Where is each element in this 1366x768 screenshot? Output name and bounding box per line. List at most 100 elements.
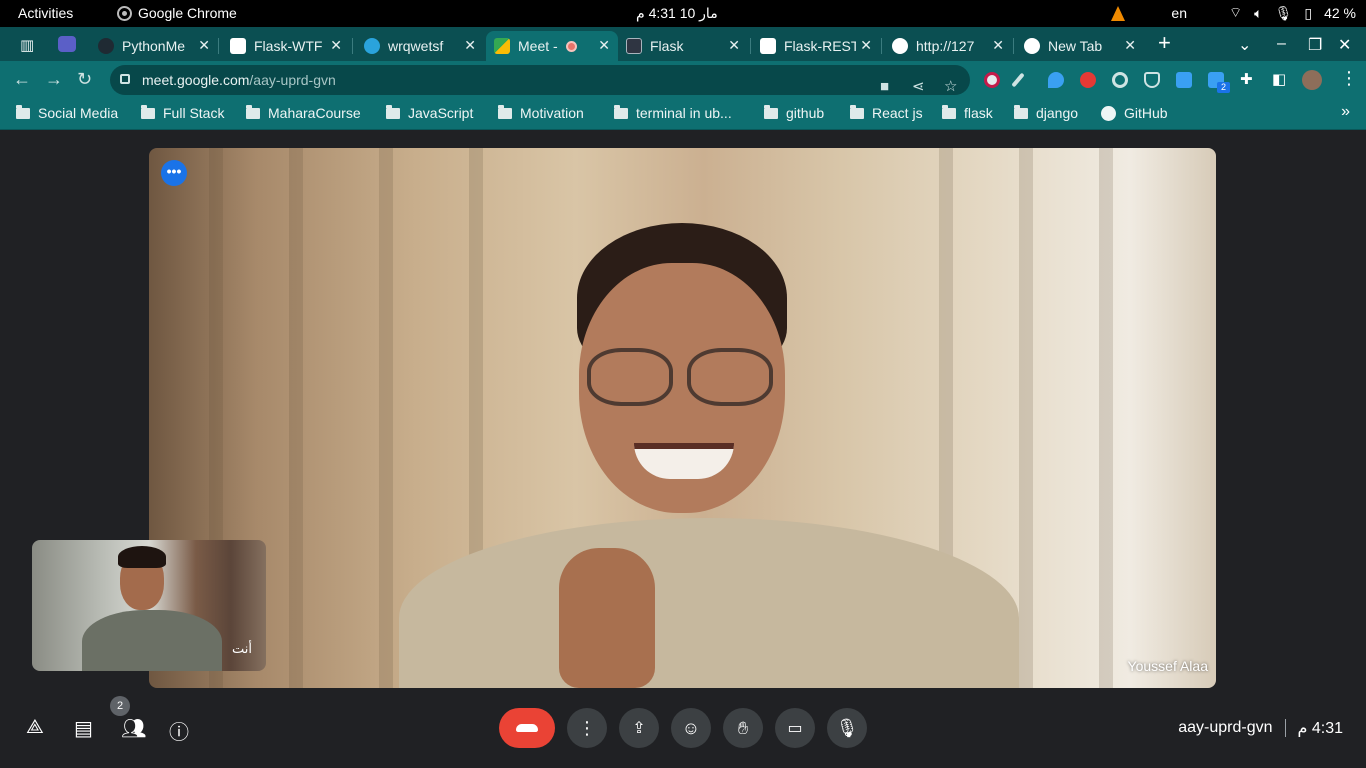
bookmark-folder[interactable]: MaharaCourse bbox=[246, 104, 361, 121]
chat-icon[interactable]: ▤ bbox=[74, 716, 93, 741]
tab-flask-wtf[interactable]: Flask-WTF ✕ bbox=[222, 31, 350, 61]
extensions-puzzle-icon[interactable]: ✚ bbox=[1240, 70, 1253, 88]
address-bar[interactable]: meet.google.com/aay-uprd-gvn ■ ⋖ ☆ bbox=[110, 65, 970, 95]
extension-drop-icon[interactable] bbox=[1048, 72, 1064, 88]
folder-icon bbox=[764, 104, 778, 119]
back-button[interactable]: ← bbox=[13, 69, 31, 90]
reload-button[interactable]: ↻ bbox=[77, 69, 92, 90]
bookmark-folder[interactable]: terminal in ub... bbox=[614, 104, 732, 121]
extension-blocker-icon[interactable] bbox=[984, 72, 1000, 88]
tab-list-chevron-icon[interactable]: ⌄ bbox=[1238, 35, 1251, 55]
browser-toolbar: ← → ↻ meet.google.com/aay-uprd-gvn ■ ⋖ ☆… bbox=[0, 61, 1366, 97]
extension-hand-icon[interactable] bbox=[1080, 72, 1096, 88]
app-name: Google Chrome bbox=[138, 5, 237, 21]
battery-icon[interactable]: ▯ bbox=[1304, 5, 1312, 22]
participant-video-feed bbox=[399, 223, 1019, 688]
tab-telegram[interactable]: wrqwetsf ✕ bbox=[356, 31, 484, 61]
folder-icon bbox=[498, 104, 512, 119]
new-tab-button[interactable]: + bbox=[1158, 32, 1171, 54]
meet-icon bbox=[494, 38, 510, 54]
volume-icon[interactable]: 🔈︎ bbox=[1254, 5, 1262, 22]
lock-icon[interactable] bbox=[120, 74, 130, 84]
close-icon[interactable]: ✕ bbox=[464, 37, 476, 54]
system-clock[interactable]: مار 10 4:31 م bbox=[636, 5, 718, 22]
bookmark-folder[interactable]: Motivation bbox=[498, 104, 584, 121]
tile-more-options-button[interactable]: ••• bbox=[161, 160, 187, 186]
teams-icon[interactable] bbox=[58, 36, 76, 52]
close-icon[interactable]: ✕ bbox=[598, 37, 610, 54]
leave-call-button[interactable] bbox=[499, 708, 555, 748]
extension-shield-icon[interactable] bbox=[1144, 72, 1160, 88]
tab-search-icon[interactable]: ▥ bbox=[20, 36, 34, 54]
hexagon-icon bbox=[760, 38, 776, 54]
bookmark-folder[interactable]: JavaScript bbox=[386, 104, 473, 121]
close-icon[interactable]: ✕ bbox=[860, 37, 872, 54]
raise-hand-button[interactable]: ✋︎ bbox=[723, 708, 763, 748]
hand-icon: ✋︎ bbox=[737, 717, 749, 738]
keyboard-layout[interactable]: en bbox=[1171, 5, 1187, 21]
present-screen-button[interactable]: ⇪ bbox=[619, 708, 659, 748]
side-panel-icon[interactable]: ◧ bbox=[1272, 70, 1286, 88]
hexagon-icon bbox=[230, 38, 246, 54]
folder-icon bbox=[386, 104, 400, 119]
reactions-button[interactable]: ☺ bbox=[671, 708, 711, 748]
bookmark-folder[interactable]: Full Stack bbox=[141, 104, 224, 121]
activities-button[interactable]: Activities bbox=[18, 5, 73, 21]
mic-icon[interactable]: 🎙︎ bbox=[1275, 5, 1293, 22]
folder-icon bbox=[942, 104, 956, 119]
more-options-button[interactable]: ⋮ bbox=[567, 708, 607, 748]
participant-name-label: Youssef Alaa bbox=[1127, 658, 1208, 674]
bookmark-folder[interactable]: Social Media bbox=[16, 104, 118, 121]
self-view-tile[interactable]: أنت bbox=[32, 540, 266, 671]
close-icon[interactable]: ✕ bbox=[1124, 37, 1136, 54]
meeting-info-icon[interactable]: ⓘ bbox=[169, 716, 189, 745]
close-icon[interactable]: ✕ bbox=[330, 37, 342, 54]
vlc-icon[interactable] bbox=[1111, 5, 1126, 21]
folder-icon bbox=[16, 104, 30, 119]
menu-kebab-icon[interactable]: ⋮ bbox=[1340, 68, 1358, 89]
close-icon[interactable]: ✕ bbox=[992, 37, 1004, 54]
hang-up-icon bbox=[516, 724, 538, 732]
extension-pen-icon[interactable] bbox=[1011, 72, 1025, 88]
bookmark-folder[interactable]: flask bbox=[942, 104, 993, 121]
activities-shapes-icon[interactable]: ⟁ bbox=[26, 716, 44, 739]
folder-icon bbox=[850, 104, 864, 119]
bookmarks-bar: Social Media Full Stack MaharaCourse Jav… bbox=[0, 97, 1366, 130]
close-icon[interactable]: ✕ bbox=[198, 37, 210, 54]
tab-localhost[interactable]: http://127 ✕ bbox=[884, 31, 1012, 61]
tab-flask-rest[interactable]: Flask-REST ✕ bbox=[752, 31, 880, 61]
folder-icon bbox=[141, 104, 155, 119]
wifi-icon[interactable]: ⌔ bbox=[1229, 4, 1242, 22]
folder-icon bbox=[614, 104, 628, 119]
tab-pythonme[interactable]: PythonMe ✕ bbox=[90, 31, 218, 61]
tab-new-tab[interactable]: New Tab ✕ bbox=[1016, 31, 1144, 61]
system-tray[interactable]: en ⌔ 🔈︎ 🎙︎ ▯ 42 % bbox=[1111, 4, 1356, 22]
extension-target-icon[interactable] bbox=[1112, 72, 1128, 88]
bookmark-folder[interactable]: React js bbox=[850, 104, 923, 121]
more-bookmarks-chevron-icon[interactable]: » bbox=[1341, 103, 1350, 121]
close-icon[interactable]: ✕ bbox=[728, 37, 740, 54]
close-window-button[interactable]: ✕ bbox=[1338, 35, 1351, 55]
tab-flask[interactable]: Flask ✕ bbox=[618, 31, 748, 61]
minimize-button[interactable]: – bbox=[1277, 35, 1286, 53]
chrome-icon bbox=[117, 5, 132, 21]
tab-meet[interactable]: Meet - ✕ bbox=[486, 31, 618, 61]
meeting-details: aay-uprd-gvn 4:31 م bbox=[1178, 718, 1343, 738]
app-menu[interactable]: Google Chrome bbox=[117, 5, 237, 21]
extension-radio-icon[interactable] bbox=[1176, 72, 1192, 88]
people-icon[interactable]: 👥︎ bbox=[121, 716, 146, 741]
bookmark-link[interactable]: GitHub bbox=[1101, 105, 1168, 121]
microphone-toggle-button[interactable]: 🎙︎ bbox=[827, 708, 867, 748]
restore-button[interactable]: ❐ bbox=[1308, 35, 1322, 55]
extension-badge: 2 bbox=[1217, 82, 1230, 93]
forward-button[interactable]: → bbox=[45, 69, 63, 90]
participant-video-tile[interactable] bbox=[149, 148, 1216, 688]
profile-avatar[interactable] bbox=[1302, 70, 1322, 90]
folder-icon bbox=[246, 104, 260, 119]
emoji-icon: ☺ bbox=[681, 717, 701, 738]
bookmark-folder[interactable]: django bbox=[1014, 104, 1078, 121]
github-icon bbox=[98, 38, 114, 54]
recording-indicator-icon bbox=[566, 40, 577, 52]
bookmark-folder[interactable]: github bbox=[764, 104, 824, 121]
camera-toggle-button[interactable]: ▭ bbox=[775, 708, 815, 748]
